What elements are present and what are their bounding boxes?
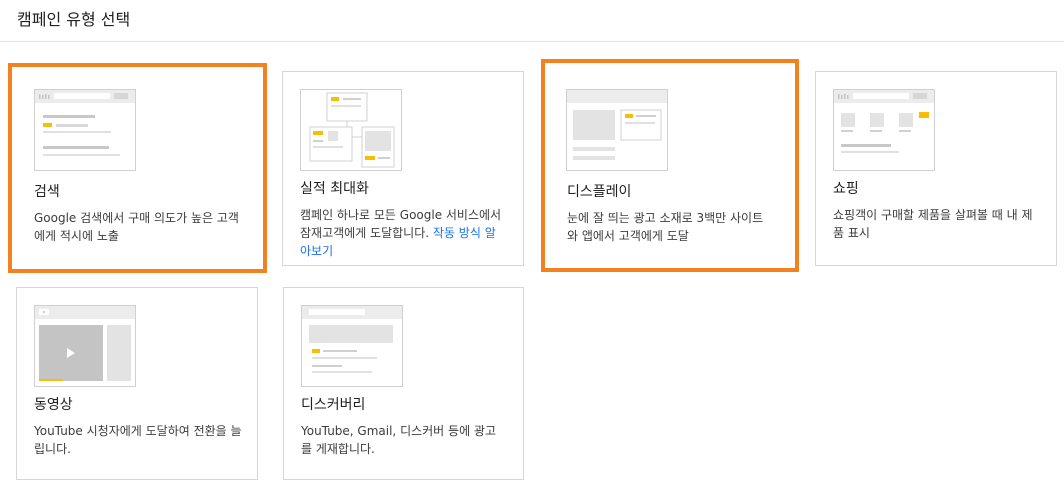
card-title-shopping: 쇼핑 [833, 181, 859, 197]
card-title-video: 동영상 [34, 397, 73, 413]
card-desc-display: 눈에 잘 띄는 광고 소재로 3백만 사이트와 앱에서 고객에게 도달 [567, 211, 764, 243]
campaign-card-discovery[interactable]: 디스커버리 YouTube, Gmail, 디스커버 등에 광고를 게재합니다. [283, 287, 524, 480]
card-desc-video: YouTube 시청자에게 도달하여 전환을 늘립니다. [34, 424, 242, 456]
campaign-card-video[interactable]: 동영상 YouTube 시청자에게 도달하여 전환을 늘립니다. [16, 287, 258, 480]
card-title-performance-max: 실적 최대화 [300, 181, 369, 197]
campaign-card-shopping[interactable]: 쇼핑 쇼핑객이 구매할 제품을 살펴볼 때 내 제품 표시 [815, 71, 1057, 266]
page-header: 캠페인 유형 선택 [0, 0, 1064, 42]
card-title-display: 디스플레이 [567, 184, 632, 200]
card-title-discovery: 디스커버리 [301, 397, 366, 413]
card-desc-discovery: YouTube, Gmail, 디스커버 등에 광고를 게재합니다. [301, 424, 497, 456]
card-title-search: 검색 [34, 184, 60, 200]
card-desc-performance-max: 캠페인 하나로 모든 Google 서비스에서 잠재고객에게 도달합니다. 작동… [300, 206, 504, 260]
page-title: 캠페인 유형 선택 [17, 10, 131, 29]
campaign-card-performance-max[interactable]: 실적 최대화 캠페인 하나로 모든 Google 서비스에서 잠재고객에게 도달… [282, 71, 524, 266]
card-desc-search: Google 검색에서 구매 의도가 높은 고객에게 적시에 노출 [34, 211, 239, 243]
card-desc-shopping: 쇼핑객이 구매할 제품을 살펴볼 때 내 제품 표시 [833, 208, 1033, 240]
video-illustration-icon [34, 305, 136, 387]
search-illustration-icon [34, 89, 136, 171]
discovery-illustration-icon [301, 305, 403, 387]
performance-max-illustration-icon [300, 89, 402, 171]
campaign-card-display[interactable]: 디스플레이 눈에 잘 띄는 광고 소재로 3백만 사이트와 앱에서 고객에게 도… [541, 59, 799, 272]
shopping-illustration-icon [833, 89, 935, 171]
display-illustration-icon [566, 89, 668, 171]
campaign-card-search[interactable]: 검색 Google 검색에서 구매 의도가 높은 고객에게 적시에 노출 [8, 63, 267, 273]
